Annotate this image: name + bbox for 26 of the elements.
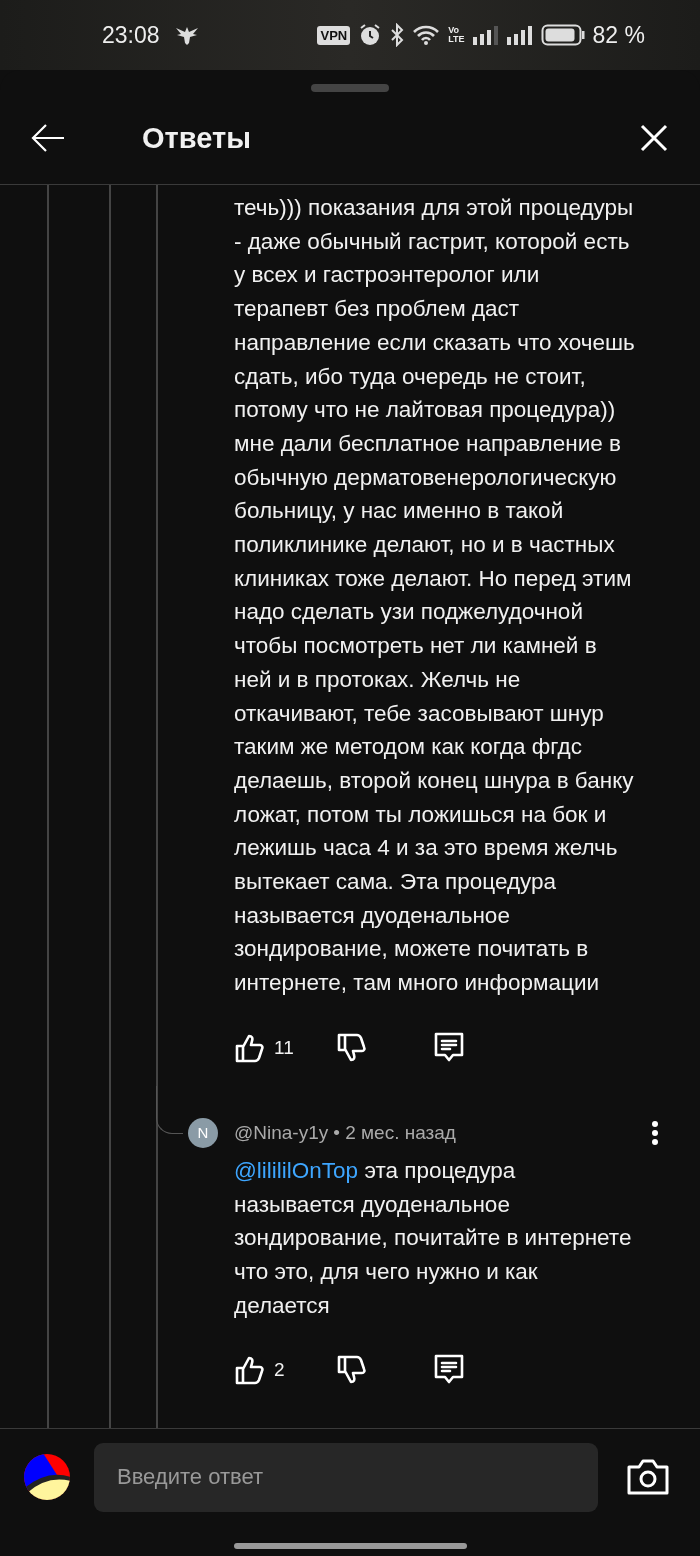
comment-text: @lilililOnTop эта процедура называется дуоденальное зондирование, почитайте в интернете что это, для чего нужно и как делается: [234, 1156, 633, 1320]
close-icon[interactable]: [640, 124, 668, 152]
signal-icon: [506, 25, 533, 45]
comment-text: течь))) показания для этой процедуры - даже обычный гастрит, которой есть у всех и гастроэнтеролог или терапевт без проблем даст направление если сказать что хочешь сдать, ибо туда очередь не стоит, потому что не лайтовая процедура)) мне дали бесплатное направление в обычную дерматовенерологическую больницу, у нас именно в такой поликлинике делают, но и в частных клиниках тоже делают. Но перед этим надо сделать узи поджелудочной чтобы посмотреть нет ли камней в ней и в протоках. Желчь не откачивают, тебе засовывают шнур таким же методом как когда фгдс делаешь, второй конец шнура в банку ложат, потом ты ложишься на бок и лежишь часа 4 и за это время желчь вытекает сама. Эта процедура называется дуоденальное зондирование, можете почитать в интернете, там много информации: [234, 194, 636, 998]
clock-time: 23:08: [102, 21, 160, 49]
thumbs-up-icon[interactable]: [234, 1354, 266, 1387]
back-arrow-icon[interactable]: [30, 123, 66, 153]
like-count: 11: [274, 1036, 295, 1059]
thread-connector: [156, 1085, 183, 1134]
volte-label: Vo LTE: [448, 26, 465, 44]
like-count: 2: [274, 1359, 286, 1382]
drag-handle[interactable]: [311, 84, 389, 92]
bluetooth-icon: [390, 23, 405, 47]
thumbs-down-icon[interactable]: [336, 1031, 368, 1064]
vpn-badge: VPN: [317, 25, 351, 45]
wifi-icon: [412, 24, 441, 46]
panel-title: Ответы: [142, 121, 252, 155]
battery-percent: 82 %: [592, 21, 645, 49]
reply-input-field[interactable]: Введите ответ: [94, 1442, 598, 1512]
mention-link[interactable]: @lilililOnTop: [234, 1157, 359, 1183]
battery-icon: [540, 24, 585, 46]
more-options-icon[interactable]: [651, 1119, 659, 1146]
comment-author[interactable]: @Nina-y1y: [234, 1121, 329, 1144]
camera-icon[interactable]: [626, 1458, 670, 1496]
comment-date: • 2 мес. назад: [333, 1121, 456, 1144]
signal-icon: [472, 25, 499, 45]
